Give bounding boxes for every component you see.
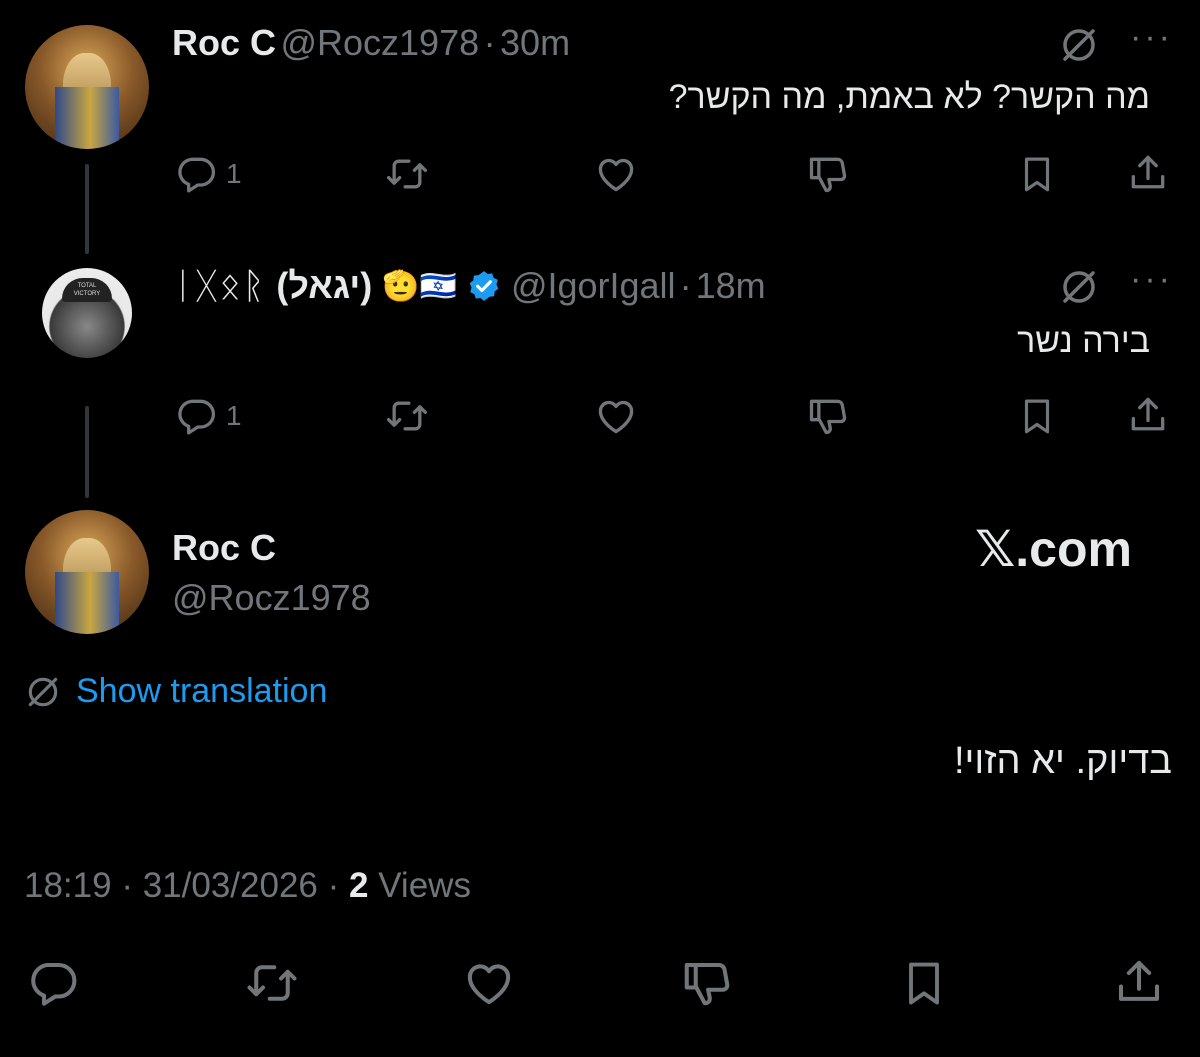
tweet-1-separator: · [483, 22, 496, 63]
show-translation-link[interactable]: Show translation [24, 672, 327, 711]
thread-line [85, 406, 89, 498]
retweet-icon [384, 394, 430, 438]
dislike-icon [806, 152, 850, 196]
avatar-roc-c[interactable] [25, 25, 149, 149]
avatar-cap: TOTAL VICTORY [62, 278, 112, 302]
like-icon [462, 956, 516, 1010]
reply-icon [174, 394, 218, 438]
share-icon [1126, 150, 1170, 196]
bookmark-icon [1016, 394, 1058, 438]
more-icon[interactable]: ··· [1130, 260, 1173, 299]
tweet-2-header: ᛁᚷᛟᚱ (יגאל) 🫡🇮🇱 @IgorIgall · 18m [172, 265, 766, 307]
translate-icon[interactable] [1058, 24, 1100, 66]
share-button[interactable] [1126, 392, 1170, 438]
views-label: Views [378, 866, 471, 905]
reply-button[interactable]: 1 [174, 152, 242, 196]
retweet-icon [384, 152, 430, 196]
reply-icon [174, 152, 218, 196]
bookmark-button[interactable] [1016, 152, 1058, 196]
reply-count: 1 [226, 158, 242, 189]
tweet-2-name-runes[interactable]: ᛁᚷᛟᚱ [172, 265, 266, 307]
tweet-1-name[interactable]: Roc C [172, 22, 276, 63]
bookmark-icon [898, 956, 950, 1010]
dislike-button[interactable] [806, 152, 850, 196]
main-tweet-text: בדיוק. יא הזוי! [953, 740, 1172, 782]
tweet-1-handle[interactable]: @Rocz1978 [280, 22, 479, 63]
dislike-icon [680, 956, 734, 1010]
retweet-button[interactable] [244, 956, 300, 1010]
meta-separator: · [327, 866, 340, 905]
meta-separator: · [121, 866, 133, 905]
bookmark-button[interactable] [898, 956, 950, 1010]
avatar-igor[interactable]: TOTAL VICTORY [42, 268, 132, 358]
views-count: 2 [349, 866, 369, 905]
tweet-1-text: מה הקשר? לא באמת, מה הקשר? [668, 78, 1150, 116]
verified-badge-icon [469, 271, 499, 301]
avatar-robe [55, 572, 119, 634]
retweet-icon [244, 956, 300, 1010]
thread-line [85, 164, 89, 254]
x-com-watermark: 𝕏.com [975, 521, 1132, 577]
tweet-2-name-hebrew[interactable]: (יגאל) [276, 265, 372, 307]
dislike-button[interactable] [806, 394, 850, 438]
bookmark-icon [1016, 152, 1058, 196]
like-icon [594, 152, 638, 196]
avatar-cap-text-1: TOTAL [77, 283, 97, 289]
translate-icon[interactable] [1058, 266, 1100, 308]
share-button[interactable] [1112, 954, 1166, 1010]
like-button[interactable] [594, 152, 638, 196]
tweet-2-name-emoji: 🫡🇮🇱 [382, 269, 457, 303]
share-button[interactable] [1126, 150, 1170, 196]
share-icon [1126, 392, 1170, 438]
like-button[interactable] [594, 394, 638, 438]
like-icon [594, 394, 638, 438]
show-translation-label: Show translation [76, 672, 328, 710]
tweet-2-separator: · [679, 265, 692, 306]
tweet-2-handle[interactable]: @IgorIgall [511, 265, 676, 307]
avatar-robe [55, 87, 119, 149]
tweet-1-time[interactable]: 30m [500, 22, 570, 63]
reply-button[interactable]: 1 [174, 394, 242, 438]
reply-count: 1 [226, 400, 242, 431]
bookmark-button[interactable] [1016, 394, 1058, 438]
reply-button[interactable] [26, 956, 80, 1010]
more-icon[interactable]: ··· [1130, 18, 1173, 57]
avatar-cap-text-2: VICTORY [73, 291, 101, 297]
main-tweet-name[interactable]: Roc C [172, 527, 276, 569]
dislike-icon [806, 394, 850, 438]
main-tweet-handle[interactable]: @Rocz1978 [172, 577, 371, 619]
avatar-roc-c-main[interactable] [25, 510, 149, 634]
reply-icon [26, 956, 80, 1010]
retweet-button[interactable] [384, 152, 430, 196]
share-icon [1112, 954, 1166, 1010]
tweet-2-text: בירה נשר [1017, 322, 1150, 360]
tweet-1-header: Roc C @Rocz1978 · 30m [172, 22, 570, 64]
main-tweet-date[interactable]: 31/03/2026 [143, 866, 318, 905]
main-tweet-meta: 18:19 · 31/03/2026 · 2 Views [24, 866, 471, 906]
retweet-button[interactable] [384, 394, 430, 438]
tweet-2-time[interactable]: 18m [696, 265, 766, 307]
main-tweet-time[interactable]: 18:19 [24, 866, 112, 905]
like-button[interactable] [462, 956, 516, 1010]
dislike-button[interactable] [680, 956, 734, 1010]
translate-icon [24, 673, 62, 711]
